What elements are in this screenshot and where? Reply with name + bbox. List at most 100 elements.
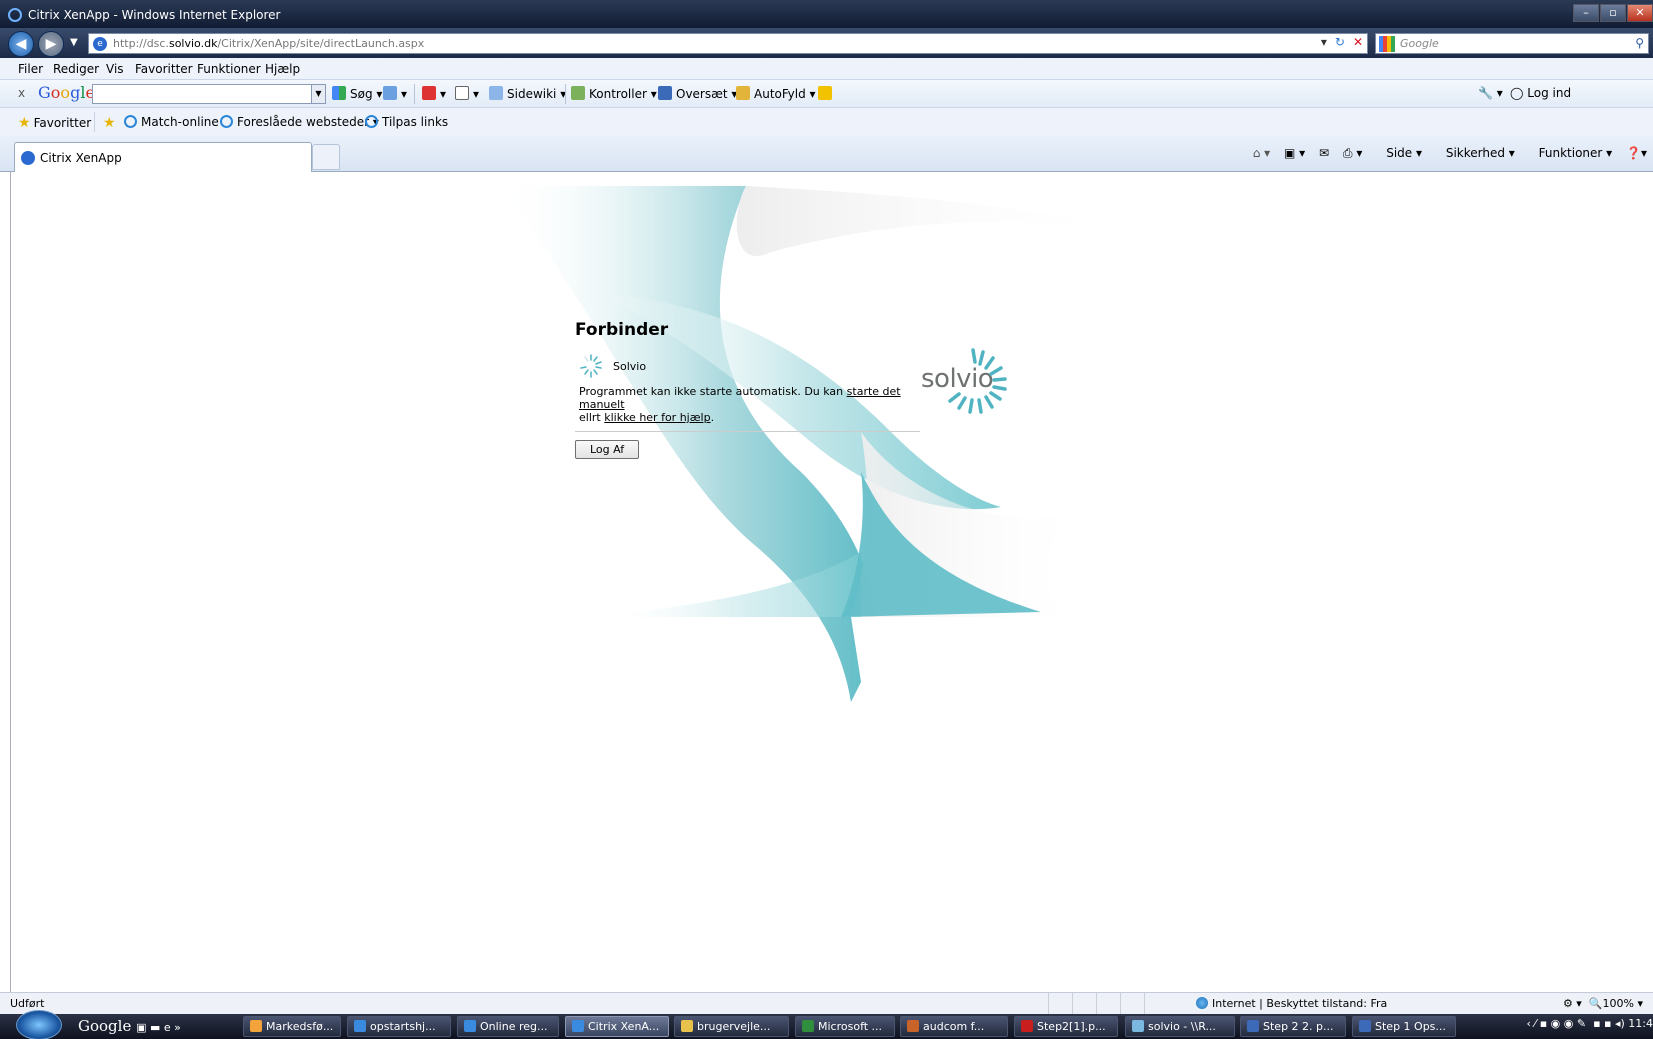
refresh-icon[interactable]: ↻	[1335, 35, 1345, 49]
taskbar-button[interactable]: Citrix XenA...	[565, 1016, 669, 1037]
taskbar-button-label: Step 2 2. p...	[1263, 1020, 1334, 1033]
history-dropdown-icon[interactable]: ▼	[70, 37, 78, 48]
taskbar-button[interactable]: opstartshj...	[347, 1016, 451, 1037]
status-text: Udført	[10, 997, 45, 1010]
page-icon	[21, 151, 35, 165]
page-heading: Forbinder	[575, 320, 669, 340]
google-search-icon	[332, 86, 346, 100]
taskbar-button[interactable]: Online reg...	[457, 1016, 559, 1037]
spellcheck-button[interactable]: Kontroller ▾	[571, 86, 657, 101]
help-link[interactable]: klikke her for hjælp	[604, 411, 710, 424]
taskbar-button[interactable]: Microsoft ...	[795, 1016, 895, 1037]
feeds-icon[interactable]: ▣ ▾	[1284, 146, 1305, 160]
highlight-button[interactable]	[818, 86, 836, 101]
highlighter-icon	[818, 86, 832, 100]
fav-link-suggested-sites[interactable]: Foreslåede websteder ▾	[220, 115, 379, 129]
popup-blocker-button[interactable]: ▾	[422, 86, 446, 101]
forward-button[interactable]: ▶	[38, 31, 64, 57]
connection-panel: Forbinder Solvio Programmet kan ikke sta…	[575, 320, 935, 459]
page-menu[interactable]: Side ▾	[1376, 146, 1422, 160]
taskbar-button-label: Markedsfø...	[266, 1020, 334, 1033]
new-tab-button[interactable]	[312, 144, 340, 170]
google-icon	[1379, 36, 1395, 52]
back-button[interactable]: ◀	[8, 31, 34, 57]
menu-filer[interactable]: Filer	[18, 62, 43, 76]
address-bar[interactable]: e http://dsc.solvio.dk/Citrix/XenApp/sit…	[88, 33, 1368, 54]
system-tray: ‹ ⁄ ▪ ◉ ◉ ✎ ▪ ▪ ◂) 11:4	[1526, 1017, 1653, 1030]
app-icon	[802, 1020, 814, 1032]
wrench-icon: 🔧	[1478, 86, 1493, 100]
menu-favoritter[interactable]: Favoritter	[135, 62, 193, 76]
search-box[interactable]: Google ⚲	[1375, 33, 1649, 54]
ie-page-icon	[124, 115, 137, 128]
google-toolbar: x Google ▼ Søg ▾ ▾ ▾ ▾ Sidewiki ▾ Kontro…	[0, 80, 1653, 108]
menu-rediger[interactable]: Rediger	[53, 62, 99, 76]
window-controls: – ▫ ✕	[1572, 4, 1653, 24]
help-icon[interactable]: ❓▾	[1626, 146, 1647, 160]
translate-button[interactable]: Oversæt ▾	[658, 86, 737, 101]
quick-launch[interactable]: Google ▣ ▬ e »	[78, 1017, 181, 1035]
taskbar-button[interactable]: Step2[1].p...	[1014, 1016, 1118, 1037]
taskbar: Google ▣ ▬ e » Markedsfø... opstartshj...…	[0, 1010, 1653, 1039]
solvio-logo: solvio	[921, 342, 1031, 432]
app-icon	[1359, 1020, 1371, 1032]
taskbar-button[interactable]: Step 1 Ops...	[1352, 1016, 1456, 1037]
address-dropdown-icon[interactable]: ▾	[1321, 35, 1327, 49]
bookmark-button[interactable]: ▾	[455, 86, 479, 101]
start-button[interactable]	[16, 1010, 62, 1039]
maximize-button[interactable]: ▫	[1600, 4, 1626, 22]
security-zone[interactable]: Internet | Beskyttet tilstand: Fra	[1196, 997, 1387, 1010]
translate-icon	[658, 86, 672, 100]
close-button[interactable]: ✕	[1627, 4, 1653, 22]
tab-citrix-xenapp[interactable]: Citrix XenApp	[14, 142, 312, 172]
menu-funktioner[interactable]: Funktioner	[197, 62, 261, 76]
home-icon[interactable]: ⌂ ▾	[1253, 146, 1270, 160]
minimize-button[interactable]: –	[1573, 4, 1599, 22]
favorites-button[interactable]: ★ Favoritter	[18, 115, 91, 131]
stop-icon[interactable]: ✕	[1353, 35, 1363, 49]
autofill-button[interactable]: AutoFyld ▾	[736, 86, 816, 101]
popup-blocker-icon	[422, 86, 436, 100]
mail-icon[interactable]: ✉	[1319, 146, 1329, 160]
zoom-control[interactable]: ⚙ ▾ 🔍100% ▾	[1563, 997, 1643, 1010]
url-text[interactable]: http://dsc.solvio.dk/Citrix/XenApp/site/…	[113, 37, 424, 50]
safety-menu[interactable]: Sikkerhed ▾	[1436, 146, 1515, 160]
google-search-button[interactable]: Søg ▾	[332, 86, 382, 101]
address-row: ◀ ▶ ▼ e http://dsc.solvio.dk/Citrix/XenA…	[0, 28, 1653, 58]
app-icon	[681, 1020, 693, 1032]
divider	[575, 431, 920, 432]
print-icon[interactable]: ⎙ ▾	[1343, 146, 1362, 160]
add-favorite-button[interactable]: ★	[103, 115, 119, 131]
google-toolbar-close-button[interactable]: x	[18, 86, 25, 100]
wrench-button[interactable]: 🔧 ▾	[1478, 86, 1503, 100]
menu-hjaelp[interactable]: Hjælp	[265, 62, 300, 76]
chevron-down-icon[interactable]: ▼	[311, 85, 325, 103]
taskbar-button[interactable]: solvio - \\R...	[1125, 1016, 1235, 1037]
login-link[interactable]: ◯ Log ind	[1510, 86, 1571, 100]
search-icon[interactable]: ⚲	[1635, 36, 1644, 50]
taskbar-button[interactable]: Markedsfø...	[243, 1016, 341, 1037]
status-panes	[1048, 993, 1168, 1015]
taskbar-button[interactable]: brugervejle...	[674, 1016, 789, 1037]
menu-vis[interactable]: Vis	[106, 62, 124, 76]
page-content: Forbinder Solvio Programmet kan ikke sta…	[10, 172, 1653, 992]
app-icon	[250, 1020, 262, 1032]
taskbar-button-label: Online reg...	[480, 1020, 548, 1033]
tools-menu[interactable]: Funktioner ▾	[1529, 146, 1613, 160]
taskbar-button[interactable]: audcom f...	[900, 1016, 1008, 1037]
taskbar-button-label: opstartshj...	[370, 1020, 436, 1033]
search-placeholder: Google	[1400, 37, 1439, 50]
plus-button[interactable]: ▾	[383, 86, 407, 101]
fav-link-customize[interactable]: Tilpas links	[365, 115, 448, 129]
autofill-icon	[736, 86, 750, 100]
taskbar-button[interactable]: Step 2 2. p...	[1240, 1016, 1346, 1037]
app-icon	[1021, 1020, 1033, 1032]
fav-link-match-online[interactable]: Match-online	[124, 115, 219, 129]
taskbar-button-label: Step2[1].p...	[1037, 1020, 1106, 1033]
logout-button[interactable]: Log Af	[575, 440, 640, 459]
app-icon	[464, 1020, 476, 1032]
clock[interactable]: 11:4	[1628, 1017, 1653, 1030]
google-search-input[interactable]: ▼	[92, 84, 326, 104]
sidewiki-button[interactable]: Sidewiki ▾	[489, 86, 566, 101]
menu-bar: Filer Rediger Vis Favoritter Funktioner …	[0, 58, 1653, 80]
